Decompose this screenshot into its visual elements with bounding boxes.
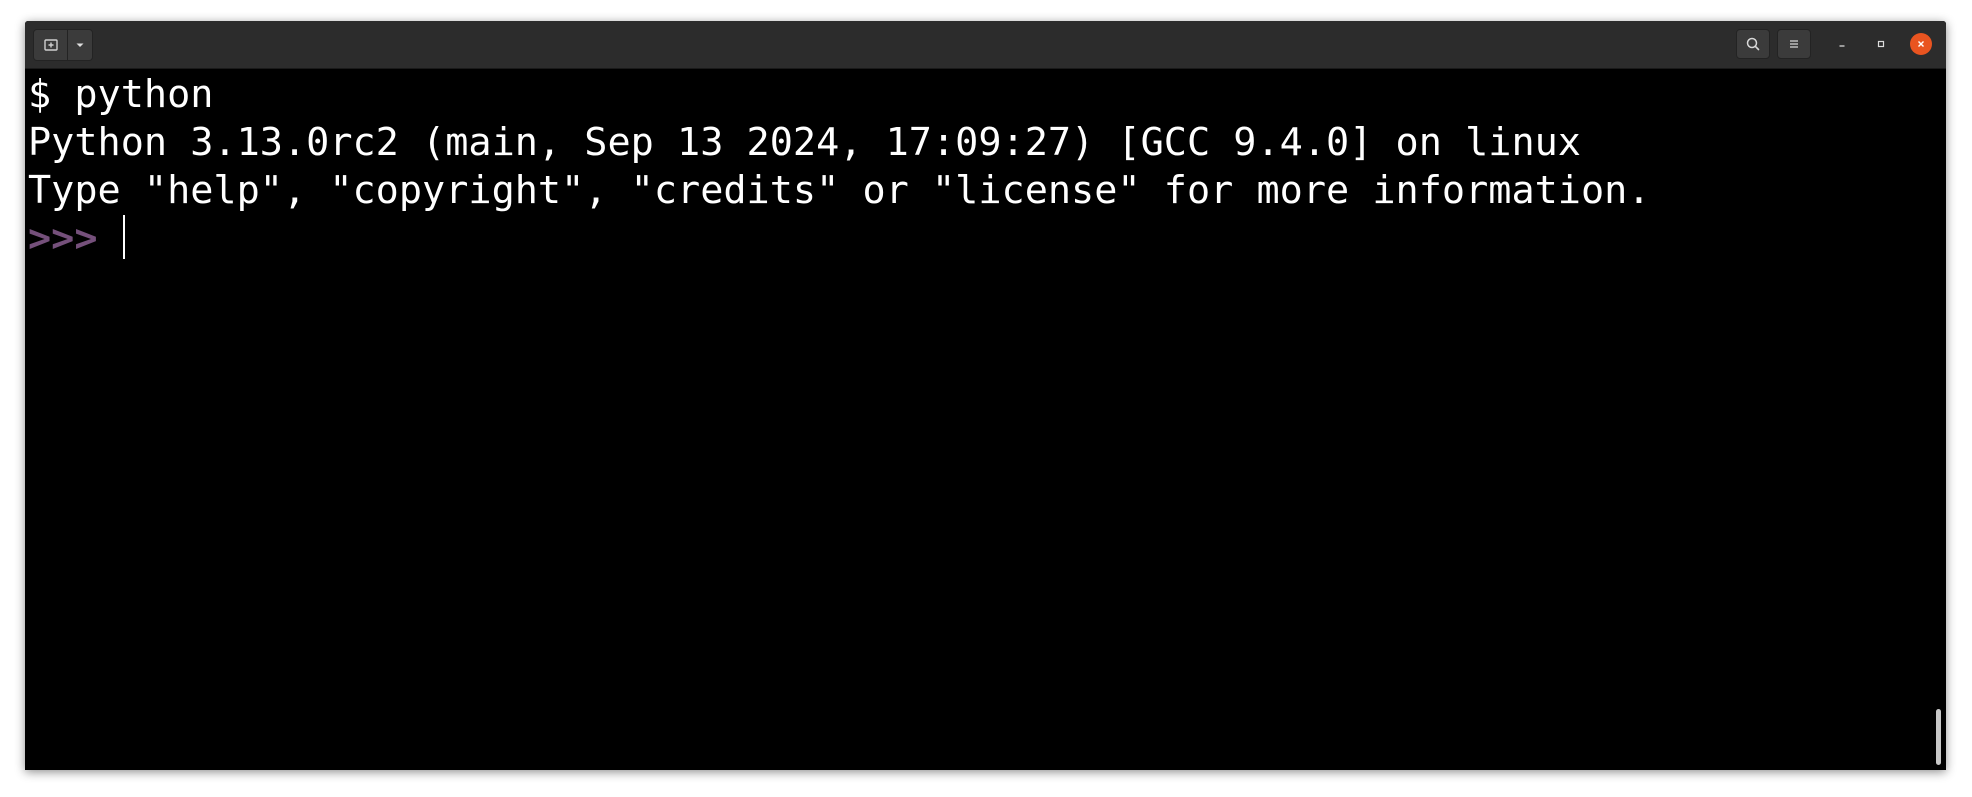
tab-button-group xyxy=(33,29,93,61)
search-icon xyxy=(1746,37,1760,51)
python-prompt: >>> xyxy=(28,216,121,261)
maximize-icon xyxy=(1877,40,1885,48)
header-bar xyxy=(25,21,1946,69)
maximize-button[interactable] xyxy=(1870,33,1892,55)
search-button[interactable] xyxy=(1736,29,1770,59)
terminal-line: Type "help", "copyright", "credits" or "… xyxy=(28,168,1651,213)
prompt-line: >>> xyxy=(28,214,1946,263)
new-tab-button[interactable] xyxy=(34,30,68,60)
minimize-icon xyxy=(1839,45,1845,47)
close-icon xyxy=(1918,41,1924,47)
chevron-down-icon xyxy=(76,43,84,47)
scrollbar[interactable] xyxy=(1936,709,1941,765)
hamburger-menu-icon xyxy=(1790,40,1798,48)
new-tab-icon xyxy=(43,39,58,51)
terminal-output[interactable]: $ python Python 3.13.0rc2 (main, Sep 13 … xyxy=(25,69,1946,770)
minimize-button[interactable] xyxy=(1831,33,1853,55)
terminal-line: Python 3.13.0rc2 (main, Sep 13 2024, 17:… xyxy=(28,120,1581,165)
terminal-window: $ python Python 3.13.0rc2 (main, Sep 13 … xyxy=(25,21,1946,770)
text-cursor xyxy=(122,214,125,259)
terminal-line: $ python xyxy=(28,72,214,117)
menu-button[interactable] xyxy=(1777,29,1811,59)
tab-menu-button[interactable] xyxy=(68,30,92,60)
close-button[interactable] xyxy=(1910,33,1932,55)
